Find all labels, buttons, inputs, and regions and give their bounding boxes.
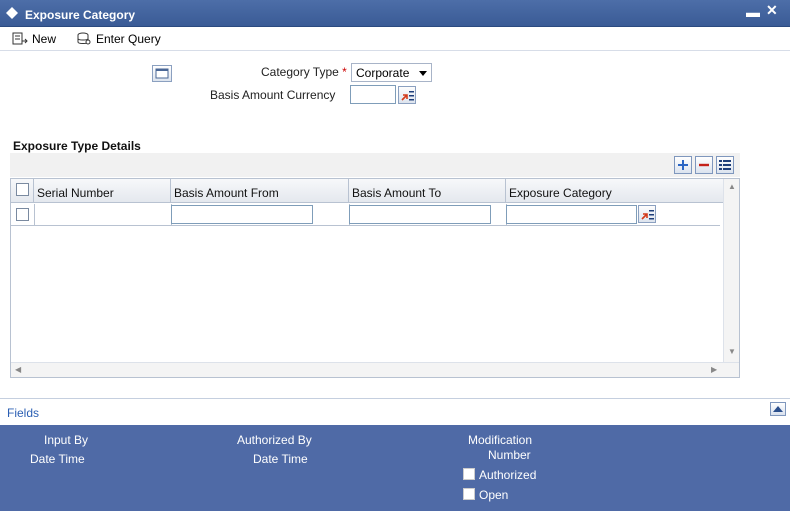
exposure-type-details-title: Exposure Type Details: [13, 139, 141, 153]
scroll-left-icon[interactable]: ◀: [15, 365, 21, 374]
toolbar: New Enter Query: [0, 27, 790, 51]
app-logo-icon: [6, 7, 18, 19]
horizontal-scrollbar[interactable]: ◀ ▶: [11, 362, 739, 377]
required-asterisk: *: [342, 65, 347, 79]
basis-amount-currency-label: Basis Amount Currency: [210, 88, 336, 102]
select-all-checkbox[interactable]: [16, 183, 29, 196]
window-title: Exposure Category: [25, 8, 136, 22]
add-row-button[interactable]: [674, 156, 692, 174]
column-header-basis-amount-from[interactable]: Basis Amount From: [171, 179, 349, 203]
collapse-button[interactable]: [770, 402, 786, 416]
grid-toolbar: [10, 153, 740, 177]
column-header-serial-number[interactable]: Serial Number: [34, 179, 171, 203]
authorized-checkbox[interactable]: [463, 468, 475, 480]
details-view-button[interactable]: [152, 65, 172, 82]
basis-amount-to-input[interactable]: [349, 205, 491, 224]
list-of-values-icon: [641, 210, 654, 220]
scroll-down-icon[interactable]: ▼: [728, 347, 736, 356]
enter-query-label: Enter Query: [96, 32, 161, 46]
minimize-icon[interactable]: ▬: [746, 4, 760, 20]
authorized-date-time-label: Date Time: [253, 452, 308, 466]
open-checkbox[interactable]: [463, 488, 475, 500]
new-button[interactable]: New: [12, 30, 56, 48]
scroll-right-icon[interactable]: ▶: [711, 365, 717, 374]
scroll-up-icon[interactable]: ▲: [728, 182, 736, 191]
window-icon: [155, 68, 169, 79]
exposure-category-lov-button[interactable]: [638, 205, 656, 223]
enter-query-icon: [77, 32, 91, 45]
new-label: New: [32, 32, 57, 46]
plus-icon: [678, 160, 688, 170]
list-of-values-icon: [401, 91, 414, 101]
authorized-label: Authorized: [479, 468, 537, 482]
list-view-icon: [719, 160, 731, 170]
modification-label: Modification: [468, 433, 533, 447]
chevron-down-icon: [419, 71, 427, 76]
grid-header: Serial Number Basis Amount From Basis Am…: [11, 179, 723, 203]
input-by-label: Input By: [44, 433, 89, 447]
category-type-label: Category Type *: [261, 65, 347, 79]
open-label: Open: [479, 488, 509, 502]
fields-bar: Fields: [0, 398, 790, 425]
category-type-value: Corporate: [356, 66, 410, 80]
close-icon[interactable]: ✕: [766, 2, 778, 19]
vertical-scrollbar[interactable]: ▲ ▼: [723, 179, 739, 363]
authorized-by-label: Authorized By: [237, 433, 312, 447]
input-date-time-label: Date Time: [30, 452, 85, 466]
exposure-category-input[interactable]: [506, 205, 637, 224]
new-icon: [12, 32, 28, 45]
window-titlebar: Exposure Category ▬ ✕: [0, 0, 790, 27]
category-type-label-text: Category Type: [261, 65, 339, 79]
category-type-select[interactable]: Corporate: [351, 63, 432, 82]
enter-query-button[interactable]: Enter Query: [76, 30, 161, 48]
currency-lov-button[interactable]: [398, 86, 416, 104]
exposure-type-grid: Serial Number Basis Amount From Basis Am…: [10, 178, 740, 378]
basis-amount-currency-input[interactable]: [350, 85, 396, 104]
modification-number-label: Number: [488, 448, 531, 462]
fields-link[interactable]: Fields: [7, 406, 39, 420]
minus-icon: [699, 163, 709, 167]
delete-row-button[interactable]: [695, 156, 713, 174]
table-row: [11, 204, 720, 226]
column-header-exposure-category[interactable]: Exposure Category: [506, 179, 723, 203]
column-divider: [34, 204, 35, 226]
row-select-checkbox[interactable]: [16, 208, 29, 221]
audit-footer: Input By Date Time Authorized By Date Ti…: [0, 425, 790, 511]
column-header-basis-amount-to[interactable]: Basis Amount To: [349, 179, 506, 203]
single-record-view-button[interactable]: [716, 156, 734, 174]
select-all-cell: [11, 179, 34, 203]
basis-amount-from-input[interactable]: [171, 205, 313, 224]
chevron-up-icon: [773, 406, 783, 412]
